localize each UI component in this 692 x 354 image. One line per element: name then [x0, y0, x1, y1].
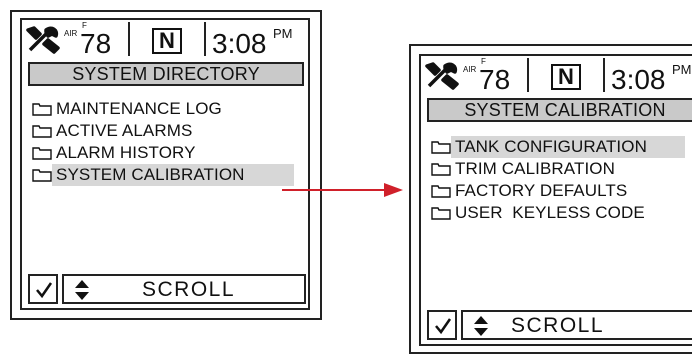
- folder-icon: [32, 147, 52, 160]
- clock-time: 3:08: [212, 28, 267, 59]
- menu-item-selected[interactable]: TANK CONFIGURATION: [431, 136, 685, 158]
- menu-item-label: MAINTENANCE LOG: [56, 99, 222, 118]
- menu-item-label: ALARM HISTORY: [56, 143, 196, 162]
- up-down-arrows-icon: [474, 316, 488, 336]
- select-check-button[interactable]: [28, 274, 58, 304]
- scroll-button[interactable]: SCROLL: [461, 310, 692, 340]
- header-divider: [603, 58, 605, 92]
- left-display-panel: AIR F 78 N 3:08 PM SYSTEM DIRECTORY MAIN…: [10, 10, 322, 320]
- folder-icon: [431, 163, 451, 176]
- left-display-screen: AIR F 78 N 3:08 PM SYSTEM DIRECTORY MAIN…: [20, 18, 310, 310]
- clock-time: 3:08: [611, 64, 666, 95]
- air-temperature: 78: [80, 28, 112, 59]
- checkmark-icon: [36, 282, 53, 299]
- menu-item-label: TANK CONFIGURATION: [451, 136, 685, 158]
- clock-ampm: PM: [273, 26, 293, 41]
- air-label: AIR: [463, 65, 477, 74]
- gear-indicator: N: [551, 64, 581, 90]
- folder-icon: [431, 141, 451, 154]
- transition-arrow: [282, 183, 403, 197]
- menu-item-selected[interactable]: SYSTEM CALIBRATION: [32, 164, 294, 186]
- header-divider: [204, 22, 206, 56]
- tools-icon: [425, 62, 459, 90]
- menu-item-label: USER KEYLESS CODE: [455, 203, 645, 222]
- folder-icon: [431, 185, 451, 198]
- menu-item[interactable]: USER KEYLESS CODE: [431, 202, 645, 224]
- menu-item[interactable]: MAINTENANCE LOG: [32, 98, 222, 120]
- clock-ampm: PM: [672, 62, 692, 77]
- folder-icon: [32, 103, 52, 116]
- screen-title: SYSTEM CALIBRATION: [427, 98, 692, 122]
- select-check-button[interactable]: [427, 310, 457, 340]
- menu-item-label: TRIM CALIBRATION: [455, 159, 615, 178]
- menu-item[interactable]: ALARM HISTORY: [32, 142, 196, 164]
- tools-icon: [26, 26, 60, 54]
- menu-item-label: ACTIVE ALARMS: [56, 121, 193, 140]
- air-label: AIR: [64, 29, 78, 38]
- air-temperature: 78: [479, 64, 511, 95]
- checkmark-icon: [435, 318, 452, 335]
- scroll-label: SCROLL: [142, 278, 236, 301]
- menu-item[interactable]: TRIM CALIBRATION: [431, 158, 615, 180]
- gear-indicator: N: [152, 28, 182, 54]
- right-display-panel: AIR F 78 N 3:08 PM SYSTEM CALIBRATION TA…: [409, 44, 692, 354]
- menu-item[interactable]: FACTORY DEFAULTS: [431, 180, 627, 202]
- scroll-button[interactable]: SCROLL: [62, 274, 306, 304]
- right-display-screen: AIR F 78 N 3:08 PM SYSTEM CALIBRATION TA…: [419, 54, 692, 346]
- header-divider: [527, 58, 529, 92]
- menu-item-label: SYSTEM CALIBRATION: [52, 164, 294, 186]
- menu-item-label: FACTORY DEFAULTS: [455, 181, 628, 200]
- scroll-label: SCROLL: [511, 314, 605, 337]
- folder-icon: [32, 169, 52, 182]
- menu-item[interactable]: ACTIVE ALARMS: [32, 120, 192, 142]
- folder-icon: [431, 207, 451, 220]
- header-divider: [128, 22, 130, 56]
- screen-title: SYSTEM DIRECTORY: [28, 62, 304, 86]
- folder-icon: [32, 125, 52, 138]
- up-down-arrows-icon: [75, 280, 89, 300]
